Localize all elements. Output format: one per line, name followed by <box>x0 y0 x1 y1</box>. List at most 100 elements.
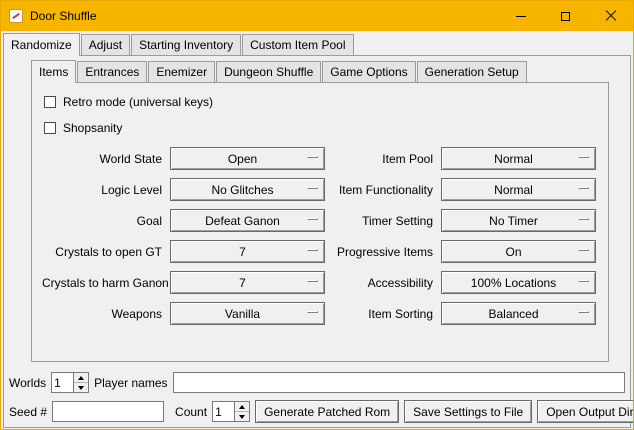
goal-value: Defeat Ganon <box>171 214 324 228</box>
tab-generation-setup[interactable]: Generation Setup <box>417 61 527 82</box>
tab-enemizer[interactable]: Enemizer <box>148 61 215 82</box>
tab-randomize[interactable]: Randomize <box>3 33 80 55</box>
close-button[interactable] <box>588 1 633 31</box>
accessibility-dropdown[interactable]: 100% Locations <box>441 271 596 294</box>
tab-starting-inventory[interactable]: Starting Inventory <box>131 34 241 55</box>
item-pool-label: Item Pool <box>331 152 435 166</box>
crystals-open-gt-label: Crystals to open GT <box>42 245 164 259</box>
dropdown-indicator-icon <box>307 311 318 313</box>
items-tab-pane: Retro mode (universal keys) Shopsanity W… <box>31 82 609 362</box>
weapons-value: Vanilla <box>171 307 324 321</box>
checkbox-box-icon <box>44 96 56 108</box>
tab-adjust[interactable]: Adjust <box>81 34 130 55</box>
count-label: Count <box>175 405 207 419</box>
item-pool-value: Normal <box>442 152 595 166</box>
window-title: Door Shuffle <box>30 9 97 23</box>
item-functionality-label: Item Functionality <box>331 183 435 197</box>
save-settings-button[interactable]: Save Settings to File <box>404 400 532 423</box>
tab-game-options[interactable]: Game Options <box>322 61 415 82</box>
outer-tab-bar: Randomize Adjust Starting Inventory Cust… <box>3 33 631 55</box>
world-state-value: Open <box>171 152 324 166</box>
dropdown-indicator-icon <box>578 156 589 158</box>
crystals-harm-ganon-dropdown[interactable]: 7 <box>170 271 325 294</box>
goal-dropdown[interactable]: Defeat Ganon <box>170 209 325 232</box>
crystals-harm-ganon-value: 7 <box>171 276 324 290</box>
progressive-items-value: On <box>442 245 595 259</box>
seed-label: Seed # <box>9 405 47 419</box>
worlds-label: Worlds <box>9 376 46 390</box>
maximize-icon <box>561 12 570 21</box>
item-sorting-dropdown[interactable]: Balanced <box>441 302 596 325</box>
options-grid: World State Open Item Pool Normal Logic … <box>42 147 596 325</box>
dropdown-indicator-icon <box>307 280 318 282</box>
tab-dungeon-shuffle[interactable]: Dungeon Shuffle <box>216 61 321 82</box>
generate-patched-rom-button[interactable]: Generate Patched Rom <box>255 400 399 423</box>
close-icon <box>605 10 617 22</box>
tab-custom-item-pool[interactable]: Custom Item Pool <box>242 34 353 55</box>
player-names-input[interactable] <box>173 372 626 393</box>
timer-setting-label: Timer Setting <box>331 214 435 228</box>
item-sorting-label: Item Sorting <box>331 307 435 321</box>
goal-label: Goal <box>42 214 164 228</box>
checkbox-box-icon <box>44 122 56 134</box>
logic-level-label: Logic Level <box>42 183 164 197</box>
crystals-harm-ganon-label: Crystals to harm Ganon <box>42 276 164 290</box>
dropdown-indicator-icon <box>307 187 318 189</box>
count-spin-arrows <box>234 402 249 421</box>
maximize-button[interactable] <box>543 1 588 31</box>
world-state-label: World State <box>42 152 164 166</box>
item-functionality-value: Normal <box>442 183 595 197</box>
weapons-dropdown[interactable]: Vanilla <box>170 302 325 325</box>
logic-level-dropdown[interactable]: No Glitches <box>170 178 325 201</box>
inner-notebook: Items Entrances Enemizer Dungeon Shuffle… <box>31 61 609 362</box>
worlds-row: Worlds Player names <box>9 372 625 393</box>
crystals-open-gt-value: 7 <box>171 245 324 259</box>
dropdown-indicator-icon <box>307 156 318 158</box>
logic-level-value: No Glitches <box>171 183 324 197</box>
timer-setting-value: No Timer <box>442 214 595 228</box>
retro-mode-label: Retro mode (universal keys) <box>63 95 213 109</box>
count-input[interactable] <box>213 402 234 421</box>
item-functionality-dropdown[interactable]: Normal <box>441 178 596 201</box>
spin-down-icon[interactable] <box>74 383 88 392</box>
randomize-tab-pane: Items Entrances Enemizer Dungeon Shuffle… <box>3 55 631 428</box>
world-state-dropdown[interactable]: Open <box>170 147 325 170</box>
minimize-icon <box>516 16 526 17</box>
progressive-items-dropdown[interactable]: On <box>441 240 596 263</box>
weapons-label: Weapons <box>42 307 164 321</box>
open-output-directory-button[interactable]: Open Output Directory <box>537 400 634 423</box>
spin-up-icon[interactable] <box>235 402 249 412</box>
accessibility-label: Accessibility <box>331 276 435 290</box>
player-names-label: Player names <box>94 376 167 390</box>
dropdown-indicator-icon <box>578 249 589 251</box>
tab-items[interactable]: Items <box>31 60 76 82</box>
dropdown-indicator-icon <box>578 311 589 313</box>
bottom-controls: Worlds Player names Seed # Count <box>4 372 630 427</box>
count-spinner[interactable] <box>212 401 250 422</box>
spin-down-icon[interactable] <box>235 412 249 421</box>
shopsanity-checkbox[interactable]: Shopsanity <box>44 121 598 135</box>
progressive-items-label: Progressive Items <box>331 245 435 259</box>
inner-tab-bar: Items Entrances Enemizer Dungeon Shuffle… <box>31 61 609 82</box>
timer-setting-dropdown[interactable]: No Timer <box>441 209 596 232</box>
crystals-open-gt-dropdown[interactable]: 7 <box>170 240 325 263</box>
item-pool-dropdown[interactable]: Normal <box>441 147 596 170</box>
seed-row: Seed # Count Generate Patched Rom Save S… <box>9 400 625 423</box>
seed-input[interactable] <box>52 401 164 422</box>
app-window: Door Shuffle Randomize Adjust Starting I… <box>0 0 634 430</box>
titlebar[interactable]: Door Shuffle <box>1 1 633 31</box>
window-body: Randomize Adjust Starting Inventory Cust… <box>1 31 633 430</box>
item-sorting-value: Balanced <box>442 307 595 321</box>
retro-mode-checkbox[interactable]: Retro mode (universal keys) <box>44 95 598 109</box>
dropdown-indicator-icon <box>578 187 589 189</box>
worlds-spinner[interactable] <box>51 372 89 393</box>
worlds-spin-arrows <box>73 373 88 392</box>
worlds-input[interactable] <box>52 373 73 392</box>
spin-up-icon[interactable] <box>74 373 88 383</box>
minimize-button[interactable] <box>498 1 543 31</box>
dropdown-indicator-icon <box>578 280 589 282</box>
window-controls <box>498 1 633 31</box>
dropdown-indicator-icon <box>307 249 318 251</box>
dropdown-indicator-icon <box>578 218 589 220</box>
tab-entrances[interactable]: Entrances <box>77 61 147 82</box>
